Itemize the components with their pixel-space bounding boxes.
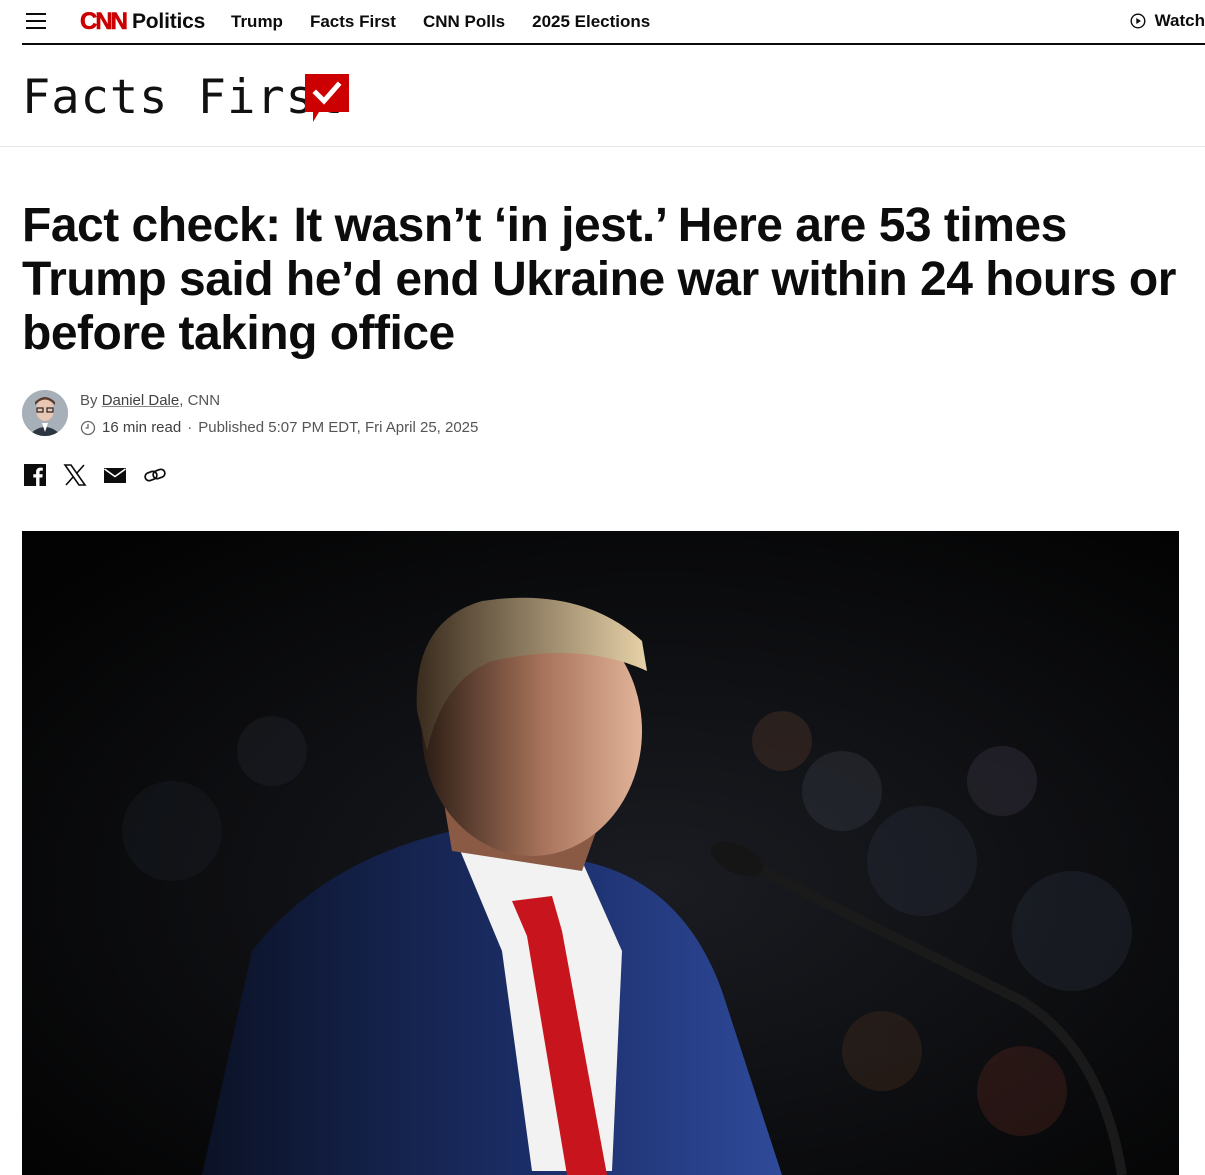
separator: ·	[187, 419, 193, 436]
checkmark-bubble-icon	[305, 74, 349, 122]
read-time: 16 min read	[102, 419, 182, 436]
byline-prefix: By	[80, 392, 98, 409]
x-icon[interactable]	[62, 462, 88, 488]
nav-link-facts-first[interactable]: Facts First	[310, 12, 396, 32]
nav-link-trump[interactable]: Trump	[231, 12, 283, 32]
share-bar	[22, 462, 182, 488]
byline-outlet: , CNN	[179, 392, 221, 409]
email-icon[interactable]	[102, 462, 128, 488]
author-link[interactable]: Daniel Dale	[102, 392, 180, 409]
watch-label: Watch	[1154, 11, 1205, 30]
top-navigation: CNN Politics Trump Facts First CNN Polls…	[22, 0, 1205, 45]
watch-button[interactable]: Watch	[1130, 11, 1205, 31]
published-date: Published 5:07 PM EDT, Fri April 25, 202…	[198, 419, 479, 436]
article-headline: Fact check: It wasn’t ‘in jest.’ Here ar…	[22, 199, 1176, 360]
nav-link-cnn-polls[interactable]: CNN Polls	[423, 12, 505, 32]
svg-text:CNN: CNN	[80, 8, 127, 34]
cnn-logo[interactable]: CNN	[76, 8, 130, 34]
link-icon[interactable]	[142, 462, 168, 488]
facts-first-banner: Facts First	[0, 46, 1205, 147]
hero-image	[22, 531, 1179, 1175]
play-circle-icon	[1130, 13, 1146, 29]
nav-link-2025-elections[interactable]: 2025 Elections	[532, 12, 650, 32]
hero-photo	[22, 531, 1179, 1175]
facts-first-title[interactable]: Facts First	[22, 70, 344, 125]
byline: By Daniel Dale, CNN	[80, 392, 220, 409]
author-avatar[interactable]	[22, 390, 68, 436]
nav-links: Trump Facts First CNN Polls 2025 Electio…	[231, 12, 677, 32]
facebook-icon[interactable]	[22, 462, 48, 488]
section-name[interactable]: Politics	[132, 10, 205, 34]
clock-icon	[80, 420, 96, 435]
article-timestamp: 16 min read · Published 5:07 PM EDT, Fri…	[80, 419, 478, 436]
hamburger-menu-icon[interactable]	[26, 13, 46, 29]
